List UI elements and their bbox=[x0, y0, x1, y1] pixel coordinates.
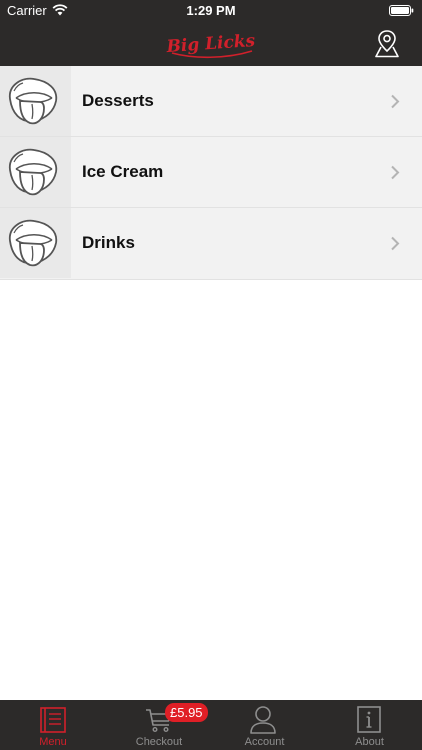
battery-icon bbox=[389, 5, 414, 16]
brand-logo: Big Licks bbox=[165, 31, 256, 59]
tab-label: About bbox=[355, 736, 384, 748]
tab-account[interactable]: Account bbox=[212, 700, 317, 750]
tab-label: Menu bbox=[39, 736, 67, 748]
chevron-right-icon bbox=[391, 236, 400, 251]
chevron-right-icon bbox=[391, 94, 400, 109]
tab-label: Checkout bbox=[135, 736, 183, 748]
map-pin-icon[interactable] bbox=[372, 28, 402, 60]
menu-item-label: Drinks bbox=[82, 233, 135, 252]
category-thumbnail bbox=[0, 137, 71, 207]
lips-tongue-icon bbox=[9, 148, 58, 196]
tab-bar: Menu Checkout £5.95 Account About bbox=[0, 700, 422, 750]
category-thumbnail bbox=[0, 208, 71, 278]
status-time: 1:29 PM bbox=[186, 3, 236, 18]
lips-tongue-icon bbox=[9, 219, 58, 267]
user-icon bbox=[250, 706, 276, 734]
tab-menu[interactable]: Menu bbox=[0, 700, 106, 750]
chevron-right-icon bbox=[391, 165, 400, 180]
status-bar: Carrier 1:29 PM bbox=[0, 0, 422, 22]
info-icon bbox=[357, 706, 381, 733]
lips-tongue-icon bbox=[9, 77, 58, 125]
menu-item-label: Desserts bbox=[82, 91, 154, 110]
menu-item-ice-cream[interactable]: Ice Cream bbox=[0, 137, 422, 208]
navigation-bar: Big Licks bbox=[0, 22, 422, 66]
tab-label: Account bbox=[244, 736, 285, 748]
cart-total-badge: £5.95 bbox=[165, 703, 208, 722]
menu-book-icon bbox=[40, 707, 66, 733]
tab-about[interactable]: About bbox=[317, 700, 422, 750]
menu-item-desserts[interactable]: Desserts bbox=[0, 66, 422, 137]
menu-category-list: Desserts Ice Cream Drinks bbox=[0, 66, 422, 280]
menu-item-drinks[interactable]: Drinks bbox=[0, 208, 422, 280]
category-thumbnail bbox=[0, 66, 71, 136]
menu-item-label: Ice Cream bbox=[82, 162, 164, 181]
